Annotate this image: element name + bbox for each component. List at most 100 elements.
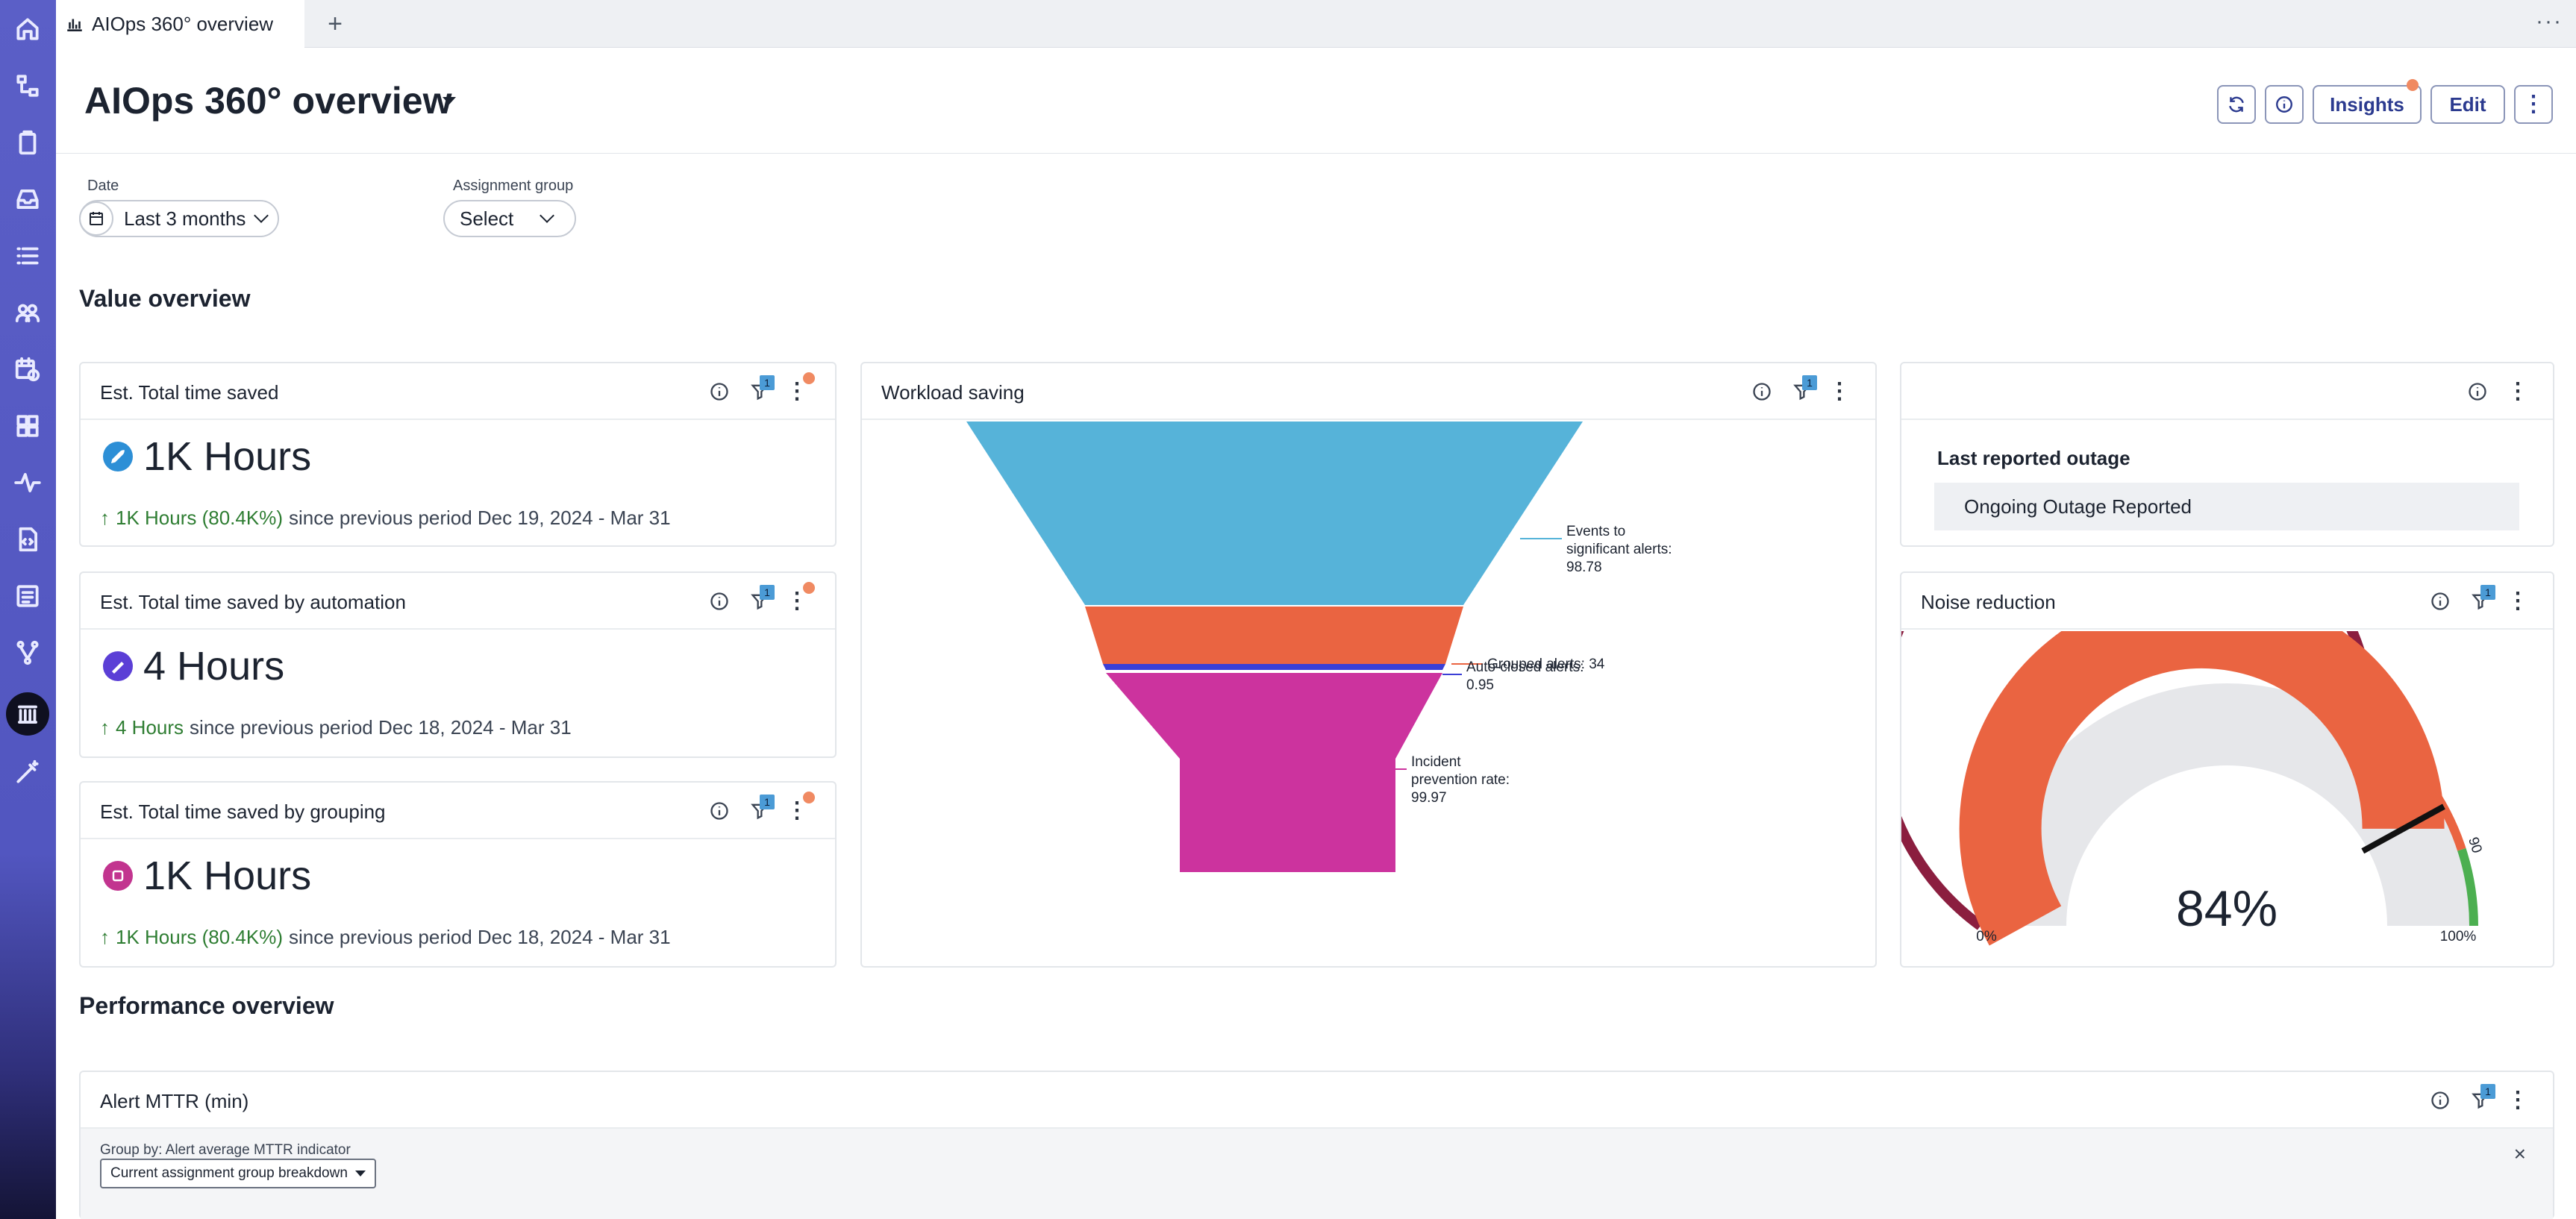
metric-value: 1K Hours — [143, 434, 312, 479]
magic-wand-icon[interactable] — [10, 755, 45, 789]
card-menu-icon[interactable]: ⋮ — [2506, 380, 2530, 404]
close-icon[interactable]: × — [2514, 1142, 2526, 1166]
info-icon[interactable] — [2466, 380, 2489, 404]
card-title: Alert MTTR (min) — [100, 1090, 249, 1112]
card-header: Est. Total time saved by automation 1 ⋮ — [81, 573, 835, 630]
tab-aiops-overview[interactable]: AIOps 360° overview — [56, 0, 304, 48]
page-header: AIOps 360° overview Insights Edit ⋮ — [56, 48, 2576, 154]
hierarchy-icon[interactable] — [10, 69, 45, 103]
group-by-panel: Group by: Alert average MTTR indicator C… — [81, 1129, 2553, 1219]
funnel-chart: Events to significant alerts: 98.78Grouped… — [966, 422, 1672, 872]
calendar-clock-icon[interactable] — [10, 352, 45, 386]
code-file-icon[interactable] — [10, 522, 45, 557]
metric-value: 4 Hours — [143, 644, 285, 689]
dashboard-icon[interactable] — [6, 692, 49, 736]
gauge-max-label: 100% — [2440, 929, 2477, 944]
metric-value-row: 4 Hours — [103, 643, 284, 689]
home-icon[interactable] — [10, 12, 45, 46]
funnel-stage-2[interactable] — [1103, 664, 1445, 670]
list-icon[interactable] — [10, 239, 45, 273]
filter-count-badge: 1 — [2480, 585, 2495, 600]
tab-strip: AIOps 360° overview + ··· — [56, 0, 2576, 48]
inbox-icon[interactable] — [10, 182, 45, 216]
card-menu-icon[interactable]: ⋮ — [2506, 589, 2530, 613]
chevron-down-icon — [540, 208, 555, 223]
pulse-icon[interactable] — [10, 466, 45, 500]
gauge-value-label: 84% — [2176, 880, 2278, 937]
funnel-label: Incident prevention rate: 99.97 — [1411, 754, 1510, 806]
info-button[interactable] — [2265, 85, 2304, 124]
funnel-stage-0[interactable] — [966, 422, 1583, 605]
card-header: Noise reduction 1 ⋮ — [1901, 573, 2553, 630]
filter-icon[interactable]: 1 — [748, 375, 775, 404]
rocket-icon — [103, 442, 133, 471]
info-icon[interactable] — [707, 380, 731, 404]
card-title: Est. Total time saved — [100, 381, 279, 404]
title-dropdown-icon[interactable] — [443, 97, 456, 104]
insights-button[interactable]: Insights — [2313, 85, 2422, 124]
card-menu-icon[interactable]: ⋮ — [1828, 380, 1851, 404]
refresh-button[interactable] — [2217, 85, 2256, 124]
notification-dot — [803, 582, 815, 594]
metric-value: 1K Hours — [143, 853, 312, 898]
arrow-up-icon: ↑ — [100, 716, 110, 739]
card-last-reported-outage: ⋮ Last reported outage Ongoing Outage Re… — [1900, 362, 2554, 547]
gauge-chart: 709084%0% 100% — [1901, 631, 2485, 946]
info-icon[interactable] — [2428, 589, 2452, 613]
funnel-label: Auto-closed alerts: 0.95 — [1466, 659, 1584, 693]
info-icon[interactable] — [707, 589, 731, 613]
date-filter-label: Date — [87, 178, 119, 194]
card-header: Est. Total time saved by grouping 1 ⋮ — [81, 783, 835, 839]
report-list-icon[interactable] — [10, 579, 45, 613]
card-header: Workload saving 1 ⋮ — [862, 363, 1875, 420]
outage-heading: Last reported outage — [1937, 447, 2130, 469]
card-time-saved-grouping: Est. Total time saved by grouping 1 ⋮ 1K… — [79, 781, 837, 968]
assignment-group-label: Assignment group — [453, 178, 574, 194]
filter-icon[interactable]: 1 — [748, 795, 775, 823]
group-by-label: Group by: Alert average MTTR indicator — [100, 1142, 351, 1158]
outage-value: Ongoing Outage Reported — [1964, 495, 2192, 518]
filter-count-badge: 1 — [760, 795, 775, 809]
date-filter-select[interactable]: Last 3 months — [79, 200, 279, 237]
card-header: ⋮ — [1901, 363, 2553, 420]
delta-period: since previous period Dec 18, 2024 - Mar… — [288, 926, 671, 948]
value-overview-title: Value overview — [79, 285, 251, 312]
outage-value-row: Ongoing Outage Reported — [1934, 483, 2519, 530]
info-icon[interactable] — [2428, 1088, 2452, 1112]
grid-icon[interactable] — [10, 409, 45, 443]
funnel-stage-1[interactable] — [1085, 607, 1463, 664]
filter-icon[interactable]: 1 — [1790, 375, 1817, 404]
people-icon[interactable] — [10, 295, 45, 330]
delta-value: 4 Hours — [116, 716, 184, 739]
metric-delta: ↑ 4 Hours since previous period Dec 18, … — [100, 716, 572, 739]
info-icon[interactable] — [1750, 380, 1774, 404]
group-by-select[interactable]: Current assignment group breakdown — [100, 1159, 376, 1188]
filter-icon[interactable]: 1 — [2469, 1084, 2495, 1112]
arrow-up-icon: ↑ — [100, 507, 110, 529]
assignment-group-select[interactable]: Select — [443, 200, 576, 237]
more-tabs-icon[interactable]: ··· — [2536, 9, 2563, 34]
filter-count-badge: 1 — [1802, 375, 1817, 390]
card-title: Est. Total time saved by automation — [100, 591, 406, 613]
filter-icon[interactable]: 1 — [748, 585, 775, 613]
filter-count-badge: 1 — [760, 375, 775, 390]
info-icon[interactable] — [707, 799, 731, 823]
add-tab-button[interactable]: + — [322, 10, 348, 38]
card-time-saved-automation: Est. Total time saved by automation 1 ⋮ … — [79, 571, 837, 758]
branch-icon[interactable] — [10, 636, 45, 670]
delta-period: since previous period Dec 18, 2024 - Mar… — [190, 716, 572, 739]
edit-button[interactable]: Edit — [2430, 85, 2505, 124]
delta-value: 1K Hours (80.4K%) — [116, 507, 283, 529]
clipboard-icon[interactable] — [10, 125, 45, 160]
funnel-stage-3[interactable] — [1106, 673, 1442, 872]
filter-icon[interactable]: 1 — [2469, 585, 2495, 613]
card-workload-saving: Workload saving 1 ⋮ Events to significant… — [860, 362, 1877, 968]
info-icon — [2276, 96, 2292, 113]
delta-period: since previous period Dec 19, 2024 - Mar… — [288, 507, 671, 529]
card-total-time-saved: Est. Total time saved 1 ⋮ 1K Hours ↑ 1K … — [79, 362, 837, 547]
card-menu-icon[interactable]: ⋮ — [2506, 1088, 2530, 1112]
more-actions-button[interactable]: ⋮ — [2514, 85, 2553, 124]
tab-label: AIOps 360° overview — [92, 12, 274, 35]
card-header: Alert MTTR (min) 1 ⋮ — [81, 1072, 2553, 1129]
gauge-threshold-label: 90 — [2465, 836, 2485, 856]
